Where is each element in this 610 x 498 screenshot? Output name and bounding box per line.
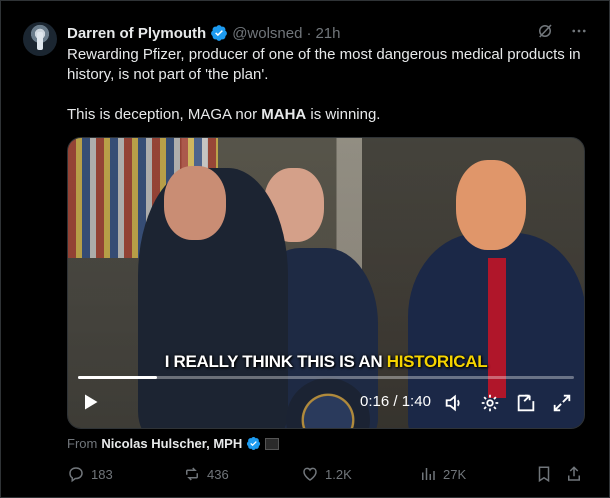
share-icon	[568, 466, 580, 481]
video-figure	[164, 166, 226, 240]
bookmark-icon	[538, 466, 550, 483]
analytics-icon	[422, 468, 435, 480]
verified-badge-icon[interactable]	[210, 24, 228, 42]
tweet-card[interactable]: Darren of Plymouth @wolsned · 21h Reward…	[0, 0, 610, 498]
current-time: 0:16	[360, 393, 390, 410]
tweet-text: Rewarding Pfizer, producer of one of the…	[67, 45, 592, 125]
tweet-timestamp[interactable]: 21h	[315, 25, 340, 42]
tweet-text-segment: This is deception, MAGA nor	[67, 106, 262, 123]
tweet-top-actions	[535, 21, 589, 41]
caption-text: I REALLY THINK THIS IS AN	[164, 352, 387, 371]
fullscreen-icon[interactable]	[551, 392, 573, 414]
pip-icon[interactable]	[515, 392, 537, 414]
reply-icon	[69, 467, 83, 483]
bookmark-button[interactable]	[535, 465, 553, 483]
time-separator: /	[389, 393, 402, 410]
video-player[interactable]: I REALLY THINK THIS IS AN HISTORICAL 0:1…	[67, 137, 585, 429]
share-button[interactable]	[565, 465, 583, 483]
repost-count: 436	[207, 466, 229, 482]
duration: 1:40	[401, 393, 431, 410]
view-count: 27K	[443, 466, 467, 482]
separator-dot: ·	[306, 24, 312, 42]
views-button[interactable]: 27K	[419, 465, 466, 483]
tweet-text-line-1: Rewarding Pfizer, producer of one of the…	[67, 46, 581, 83]
verified-badge-icon[interactable]	[246, 436, 261, 451]
video-caption: I REALLY THINK THIS IS AN HISTORICAL	[68, 352, 584, 372]
reply-count: 183	[91, 466, 113, 482]
video-source: From Nicolas Hulscher, MPH	[67, 436, 280, 451]
affiliation-badge-icon	[265, 437, 280, 450]
source-name[interactable]: Nicolas Hulscher, MPH	[101, 436, 242, 451]
like-button[interactable]: 1.2K	[301, 465, 352, 483]
tweet-text-line-2: This is deception, MAGA nor MAHA is winn…	[67, 105, 592, 125]
video-figure	[456, 160, 526, 250]
author-avatar[interactable]	[23, 22, 57, 56]
settings-icon[interactable]	[479, 392, 501, 414]
more-icon[interactable]	[569, 21, 589, 41]
tweet-text-bold: MAHA	[261, 106, 307, 123]
reply-button[interactable]: 183	[67, 465, 113, 483]
tweet-text-segment: is winning.	[306, 106, 381, 123]
repost-icon	[186, 467, 198, 481]
grok-icon[interactable]	[535, 21, 555, 41]
like-count: 1.2K	[325, 466, 352, 482]
engagement-bar: 183 436 1.2K 27K	[67, 465, 587, 487]
play-icon[interactable]	[80, 392, 100, 412]
author-handle[interactable]: @wolsned	[232, 25, 302, 42]
repost-button[interactable]: 436	[183, 465, 229, 483]
author-name[interactable]: Darren of Plymouth	[67, 25, 206, 42]
caption-highlight: HISTORICAL	[386, 352, 488, 371]
source-prefix: From	[67, 436, 98, 451]
video-timecode: 0:16 / 1:40	[360, 393, 431, 410]
volume-icon[interactable]	[443, 392, 465, 414]
tweet-header: Darren of Plymouth @wolsned · 21h	[67, 23, 340, 43]
heart-icon	[303, 467, 317, 481]
video-controls: 0:16 / 1:40	[68, 378, 584, 428]
